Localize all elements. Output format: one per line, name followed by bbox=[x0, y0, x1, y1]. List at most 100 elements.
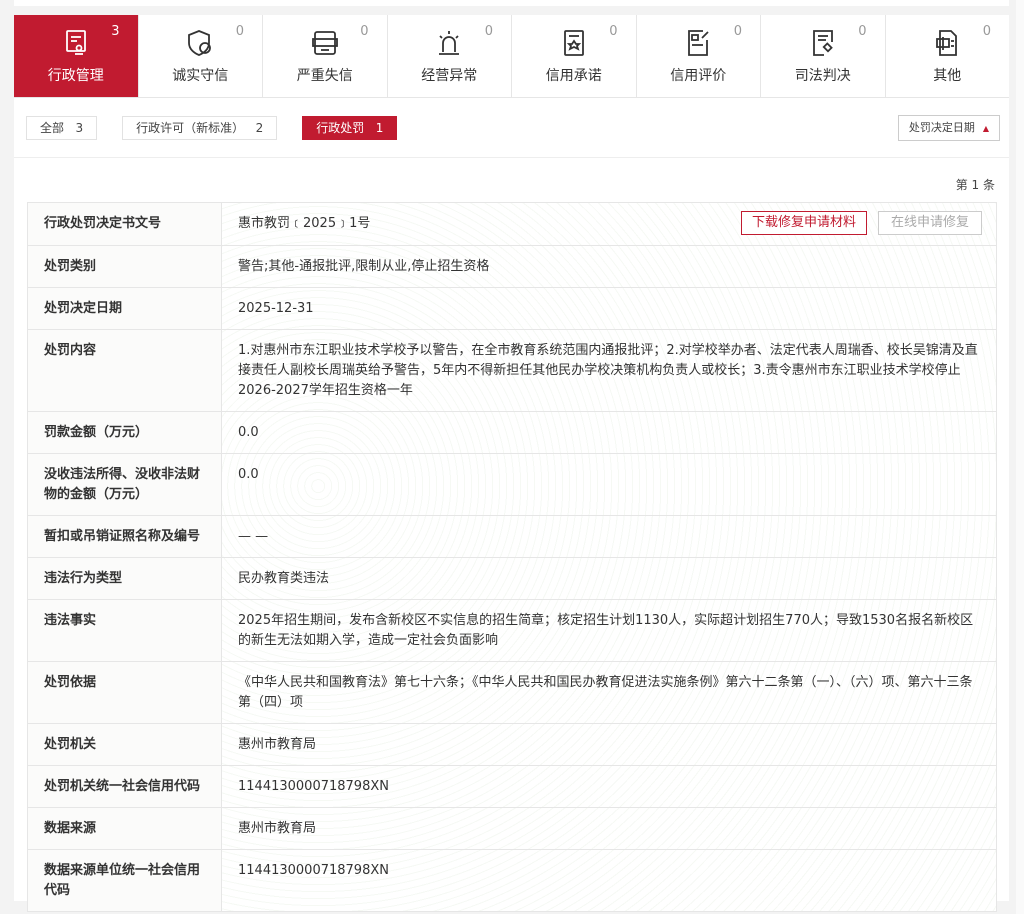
table-row: 处罚类别 警告;其他-通报批评,限制从业,停止招生资格 bbox=[28, 246, 997, 288]
filter-label: 全部 bbox=[40, 121, 64, 135]
field-label: 违法行为类型 bbox=[28, 558, 222, 600]
field-value: 2025年招生期间，发布含新校区不实信息的招生简章；核定招生计划1130人，实际… bbox=[238, 613, 973, 648]
table-row: 罚款金额（万元）0.0 bbox=[28, 412, 997, 454]
field-label: 行政处罚决定书文号 bbox=[28, 203, 222, 246]
tab-document-stamp[interactable]: 3行政管理 bbox=[14, 15, 139, 97]
tab-count: 0 bbox=[983, 24, 991, 39]
filter-button[interactable]: 行政许可（新标准） 2 bbox=[122, 116, 277, 140]
field-label: 处罚机关统一社会信用代码 bbox=[28, 766, 222, 808]
star-document-icon bbox=[559, 28, 589, 58]
tab-star-document[interactable]: 0 信用承诺 bbox=[512, 15, 637, 97]
field-value: 警告;其他-通报批评,限制从业,停止招生资格 bbox=[238, 259, 489, 274]
field-label: 数据来源 bbox=[28, 808, 222, 850]
field-value-cell: 1.对惠州市东江职业技术学校予以警告，在全市教育系统范围内通报批评；2.对学校举… bbox=[222, 330, 997, 412]
subcategory-filters: 全部 3 行政许可（新标准） 2 行政处罚 1 bbox=[26, 116, 397, 140]
tab-label: 信用评价 bbox=[670, 65, 726, 85]
filter-count: 3 bbox=[75, 121, 83, 135]
table-row: 处罚内容 1.对惠州市东江职业技术学校予以警告，在全市教育系统范围内通报批评；2.… bbox=[28, 330, 997, 412]
field-value-cell: 民办教育类违法 bbox=[222, 558, 997, 600]
table-row: 处罚机关 惠州市教育局 bbox=[28, 724, 997, 766]
gavel-document-icon bbox=[808, 28, 838, 58]
field-label: 暂扣或吊销证照名称及编号 bbox=[28, 516, 222, 558]
table-row: 数据来源单位统一社会信用代码 1144130000718798XN bbox=[28, 850, 997, 912]
sort-arrows-icon: ▲ bbox=[983, 124, 989, 133]
field-label: 处罚决定日期 bbox=[28, 288, 222, 330]
field-value-cell: 0.0 bbox=[222, 412, 997, 454]
field-value-cell: 警告;其他-通报批评,限制从业,停止招生资格 bbox=[222, 246, 997, 288]
online-repair-button[interactable]: 在线申请修复 bbox=[878, 211, 982, 235]
credit-info-panel: 3行政管理0诚实守信0严重失信0经营异常0信用承诺0信用评价0司法判决0其他 全… bbox=[14, 15, 1009, 901]
tab-label: 信用承诺 bbox=[546, 65, 602, 85]
other-document-icon bbox=[932, 28, 962, 58]
top-bar bbox=[14, 0, 1009, 6]
filter-button[interactable]: 行政处罚 1 bbox=[302, 116, 397, 140]
filter-count: 2 bbox=[256, 121, 264, 135]
field-value: — — bbox=[238, 529, 268, 544]
record-count: 第 1 条 bbox=[956, 176, 995, 193]
field-value-cell: 惠州市教育局 bbox=[222, 808, 997, 850]
field-label: 处罚内容 bbox=[28, 330, 222, 412]
tab-count: 3 bbox=[111, 24, 119, 39]
field-value-cell: 下载修复申请材料在线申请修复 惠市教罚﹝2025﹞1号 bbox=[222, 203, 997, 246]
table-row: 处罚机关统一社会信用代码 1144130000718798XN bbox=[28, 766, 997, 808]
tab-count: 0 bbox=[734, 24, 742, 39]
tab-count: 0 bbox=[858, 24, 866, 39]
field-value: 《中华人民共和国教育法》第七十六条；《中华人民共和国民办教育促进法实施条例》第六… bbox=[238, 675, 973, 710]
document-stamp-icon bbox=[61, 28, 91, 58]
field-value: 2025-12-31 bbox=[238, 301, 314, 316]
sort-label: 处罚决定日期 bbox=[909, 121, 975, 134]
field-value-cell: 0.0 bbox=[222, 454, 997, 516]
field-value: 惠州市教育局 bbox=[238, 737, 316, 752]
tab-shield-credit[interactable]: 0 诚实守信 bbox=[139, 15, 264, 97]
table-row: 数据来源 惠州市教育局 bbox=[28, 808, 997, 850]
field-value-cell: 1144130000718798XN bbox=[222, 850, 997, 912]
field-value-cell: 2025年招生期间，发布含新校区不实信息的招生简章；核定招生计划1130人，实际… bbox=[222, 600, 997, 662]
field-value: 惠州市教育局 bbox=[238, 821, 316, 836]
penalty-detail-table: 行政处罚决定书文号 下载修复申请材料在线申请修复 惠市教罚﹝2025﹞1号处罚类别 警… bbox=[27, 202, 997, 912]
field-value: 0.0 bbox=[238, 467, 259, 482]
tab-count: 0 bbox=[360, 24, 368, 39]
tab-count: 0 bbox=[609, 24, 617, 39]
field-value: 1144130000718798XN bbox=[238, 863, 389, 878]
download-repair-materials-button[interactable]: 下载修复申请材料 bbox=[741, 211, 867, 235]
tab-evaluation-document[interactable]: 0 信用评价 bbox=[637, 15, 762, 97]
field-label: 罚款金额（万元） bbox=[28, 412, 222, 454]
page-scrollbar[interactable] bbox=[1016, 0, 1024, 914]
tab-label: 经营异常 bbox=[421, 65, 477, 85]
field-value-cell: 2025-12-31 bbox=[222, 288, 997, 330]
tab-label: 其他 bbox=[933, 65, 961, 85]
shield-credit-icon bbox=[185, 28, 215, 58]
tab-gavel-document[interactable]: 0司法判决 bbox=[761, 15, 886, 97]
tab-count: 0 bbox=[236, 24, 244, 39]
field-value: 惠市教罚﹝2025﹞1号 bbox=[238, 216, 370, 231]
field-value-cell: 《中华人民共和国教育法》第七十六条；《中华人民共和国民办教育促进法实施条例》第六… bbox=[222, 662, 997, 724]
table-row: 处罚决定日期 2025-12-31 bbox=[28, 288, 997, 330]
tab-alarm-light[interactable]: 0 经营异常 bbox=[388, 15, 513, 97]
divider bbox=[14, 157, 1009, 158]
table-row: 违法事实2025年招生期间，发布含新校区不实信息的招生简章；核定招生计划1130… bbox=[28, 600, 997, 662]
field-value-cell: — — bbox=[222, 516, 997, 558]
field-value: 1144130000718798XN bbox=[238, 779, 389, 794]
filter-count: 1 bbox=[376, 121, 384, 135]
field-value: 1.对惠州市东江职业技术学校予以警告，在全市教育系统范围内通报批评；2.对学校举… bbox=[238, 343, 978, 398]
filter-label: 行政许可（新标准） bbox=[136, 121, 244, 135]
field-value: 民办教育类违法 bbox=[238, 571, 329, 586]
blacklist-icon bbox=[310, 28, 340, 58]
tab-count: 0 bbox=[485, 24, 493, 39]
alarm-light-icon bbox=[434, 28, 464, 58]
field-label: 数据来源单位统一社会信用代码 bbox=[28, 850, 222, 912]
sort-by-date-button[interactable]: 处罚决定日期 ▲ bbox=[898, 115, 1000, 141]
evaluation-document-icon bbox=[683, 28, 713, 58]
field-label: 处罚类别 bbox=[28, 246, 222, 288]
table-row: 暂扣或吊销证照名称及编号 — — bbox=[28, 516, 997, 558]
tab-label: 严重失信 bbox=[297, 65, 353, 85]
field-label: 处罚依据 bbox=[28, 662, 222, 724]
field-value-cell: 惠州市教育局 bbox=[222, 724, 997, 766]
filter-button[interactable]: 全部 3 bbox=[26, 116, 97, 140]
tab-other-document[interactable]: 0 其他 bbox=[886, 15, 1010, 97]
tab-blacklist[interactable]: 0 严重失信 bbox=[263, 15, 388, 97]
tab-label: 诚实守信 bbox=[172, 65, 228, 85]
field-label: 处罚机关 bbox=[28, 724, 222, 766]
table-row: 处罚依据《中华人民共和国教育法》第七十六条；《中华人民共和国民办教育促进法实施条… bbox=[28, 662, 997, 724]
filter-label: 行政处罚 bbox=[316, 121, 364, 135]
